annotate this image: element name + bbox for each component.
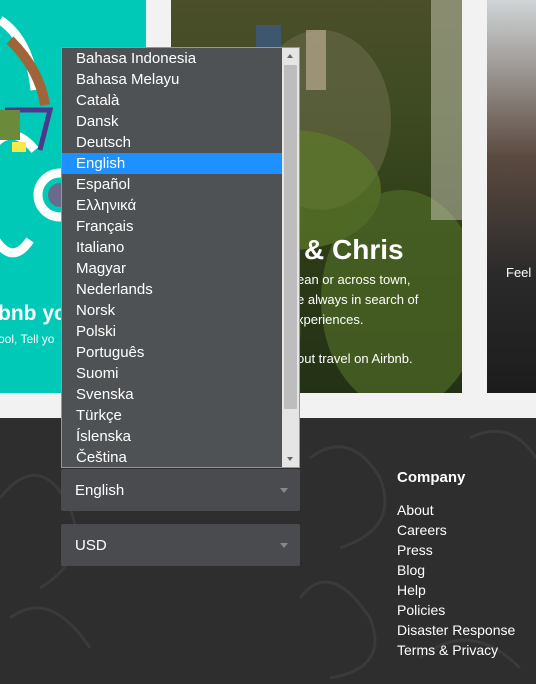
hero-mid-line: xperiences. <box>297 312 364 327</box>
language-option[interactable]: Dansk <box>62 111 282 132</box>
language-option[interactable]: Deutsch <box>62 132 282 153</box>
hero-right-text: Feel <box>506 265 532 280</box>
currency-select[interactable]: USD <box>61 524 300 566</box>
chevron-down-icon <box>280 488 288 493</box>
language-select-value: English <box>75 481 125 499</box>
company-link-about[interactable]: About <box>397 502 515 522</box>
language-option[interactable]: Bahasa Melayu <box>62 69 282 90</box>
language-option[interactable]: Português <box>62 342 282 363</box>
scroll-up-arrow-icon[interactable] <box>282 48 299 65</box>
hero-card-right[interactable]: Feel <box>487 0 536 393</box>
company-link-careers[interactable]: Careers <box>397 522 515 542</box>
hero-mid-line: e always in search of <box>297 292 419 307</box>
company-heading: Company <box>397 469 466 486</box>
language-option[interactable]: Nederlands <box>62 279 282 300</box>
language-dropdown-list[interactable]: Bahasa Indonesia Bahasa Melayu Català Da… <box>61 47 300 468</box>
company-link-disaster-response[interactable]: Disaster Response <box>397 622 515 642</box>
scroll-down-arrow-icon[interactable] <box>282 450 299 467</box>
language-option[interactable]: Norsk <box>62 300 282 321</box>
language-option[interactable]: Íslenska <box>62 426 282 447</box>
company-link-press[interactable]: Press <box>397 542 515 562</box>
language-option[interactable]: Čeština <box>62 447 282 467</box>
hero-left-headline: bnb yo <box>0 302 67 325</box>
language-option[interactable]: Polski <box>62 321 282 342</box>
currency-select-value: USD <box>75 536 107 554</box>
chevron-down-icon <box>280 543 288 548</box>
language-option[interactable]: Ελληνικά <box>62 195 282 216</box>
dropdown-scrollbar[interactable] <box>282 48 299 467</box>
company-link-policies[interactable]: Policies <box>397 602 515 622</box>
language-option[interactable]: Español <box>62 174 282 195</box>
hero-mid-line: ean or across town, <box>297 272 411 287</box>
language-option[interactable]: Türkçe <box>62 405 282 426</box>
language-option-selected[interactable]: English <box>62 153 282 174</box>
hero-mid-headline: & Chris <box>304 234 404 265</box>
language-select[interactable]: English <box>61 469 300 511</box>
company-links: About Careers Press Blog Help Policies D… <box>397 502 515 662</box>
language-option[interactable]: Bahasa Indonesia <box>62 48 282 69</box>
language-option[interactable]: Suomi <box>62 363 282 384</box>
hero-mid-line: out travel on Airbnb. <box>297 351 413 366</box>
language-option[interactable]: Català <box>62 90 282 111</box>
language-option[interactable]: Italiano <box>62 237 282 258</box>
language-option[interactable]: Français <box>62 216 282 237</box>
scrollbar-thumb[interactable] <box>284 65 297 409</box>
company-link-blog[interactable]: Blog <box>397 562 515 582</box>
language-option[interactable]: Svenska <box>62 384 282 405</box>
company-link-terms-privacy[interactable]: Terms & Privacy <box>397 642 515 662</box>
hero-left-subtitle: ool, Tell yo <box>0 332 55 346</box>
company-link-help[interactable]: Help <box>397 582 515 602</box>
language-option[interactable]: Magyar <box>62 258 282 279</box>
